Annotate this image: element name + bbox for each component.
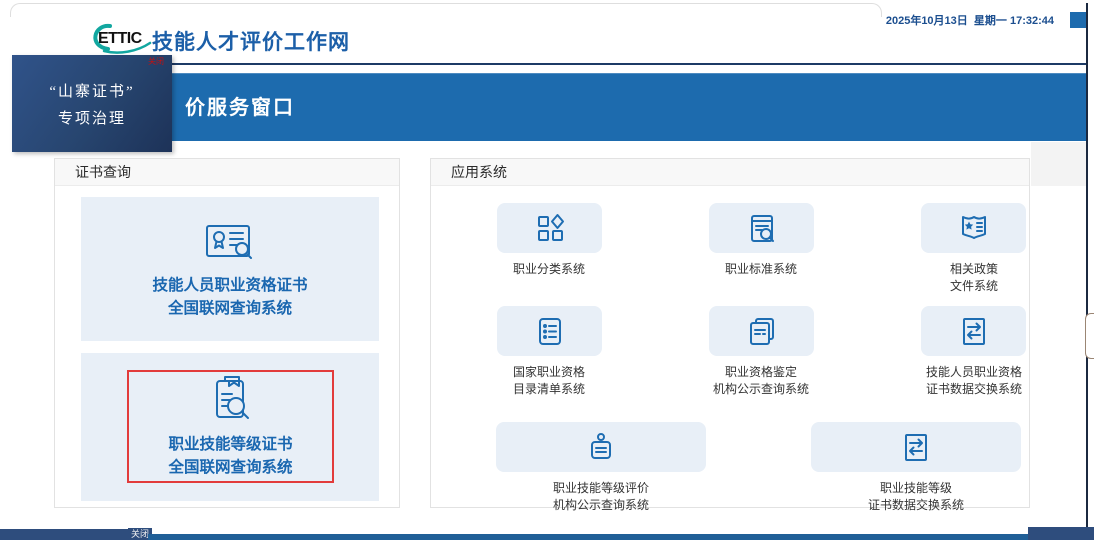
logo-text: ETTIC — [98, 30, 143, 47]
cert-panel-title: 证书查询 — [55, 159, 399, 186]
app-systems-panel: 应用系统 职业分类系统 职业标准系统 相关政策 文件 — [430, 158, 1030, 508]
service-banner: 价服务窗口 — [55, 73, 1086, 141]
id-card-search-icon — [204, 218, 256, 264]
card-title-line2: 全国联网查询系统 — [168, 456, 292, 479]
app-label-qual-exchange[interactable]: 技能人员职业资格 证书数据交换系统 — [874, 364, 1074, 398]
app-label-level-eval-org[interactable]: 职业技能等级评价 机构公示查询系统 — [501, 480, 701, 514]
card-title[interactable]: 技能人员职业资格证书 全国联网查询系统 — [152, 274, 307, 320]
banner-hairline — [55, 63, 1086, 65]
datetime-text: 2025年10月13日 星期一 17:32:44 — [886, 12, 1054, 28]
apps-panel-title: 应用系统 — [431, 159, 1029, 186]
data-exchange-icon — [958, 315, 990, 347]
background-strip — [1031, 142, 1086, 186]
document-search-icon — [746, 212, 778, 244]
app-tile-level-exchange[interactable] — [811, 422, 1021, 472]
app-tile-qual-exchange[interactable] — [921, 306, 1026, 356]
promo-overlay[interactable]: “山寨证书” 专项治理 — [12, 55, 172, 152]
footer-bar-left — [0, 529, 128, 540]
app-tile-appraisal-org[interactable] — [709, 306, 814, 356]
header-corner-block — [1070, 12, 1086, 28]
catalog-list-icon — [534, 315, 566, 347]
promo-line2: 专项治理 — [58, 107, 126, 128]
clipboard-search-icon — [207, 375, 255, 423]
data-exchange-icon — [900, 431, 932, 463]
card-title[interactable]: 职业技能等级证书 全国联网查询系统 — [168, 433, 292, 479]
logo-swoosh-icon: ETTIC — [84, 22, 154, 56]
card-title-line1: 技能人员职业资格证书 — [152, 274, 307, 297]
policy-book-star-icon — [958, 212, 990, 244]
side-float-button[interactable] — [1085, 313, 1094, 359]
cert-query-panel: 证书查询 技能人员职业资格证书 全国联网查询系统 职业技能等级证书 — [54, 158, 400, 508]
ettic-logo: ETTIC — [84, 22, 154, 56]
footer-bar-right — [1028, 527, 1094, 540]
stacked-documents-icon — [746, 315, 778, 347]
app-label-appraisal-org[interactable]: 职业资格鉴定 机构公示查询系统 — [661, 364, 861, 398]
card-title-line2: 全国联网查询系统 — [152, 297, 307, 320]
right-edge-line — [1086, 3, 1088, 540]
highlight-red-box[interactable]: 职业技能等级证书 全国联网查询系统 — [127, 370, 334, 483]
window-tab-outline — [10, 3, 882, 17]
cert-card-skill-level[interactable]: 职业技能等级证书 全国联网查询系统 — [81, 353, 379, 501]
app-label-standard[interactable]: 职业标准系统 — [661, 261, 861, 278]
banner-title: 价服务窗口 — [185, 74, 295, 142]
promo-close-button[interactable]: 关闭 — [148, 56, 164, 67]
app-tile-classification[interactable] — [497, 203, 602, 253]
classification-grid-icon — [534, 212, 566, 244]
footer-bar — [148, 534, 1086, 540]
app-tile-standard[interactable] — [709, 203, 814, 253]
app-label-classification[interactable]: 职业分类系统 — [449, 261, 649, 278]
hanging-badge-icon — [585, 431, 617, 463]
app-tile-policy[interactable] — [921, 203, 1026, 253]
card-title-line1: 职业技能等级证书 — [168, 433, 292, 456]
app-label-policy[interactable]: 相关政策 文件系统 — [874, 261, 1074, 295]
site-title: 技能人才评价工作网 — [152, 26, 350, 56]
app-label-catalog[interactable]: 国家职业资格 目录清单系统 — [449, 364, 649, 398]
cert-card-qualification[interactable]: 技能人员职业资格证书 全国联网查询系统 — [81, 197, 379, 341]
app-tile-catalog[interactable] — [497, 306, 602, 356]
app-tile-level-eval-org[interactable] — [496, 422, 706, 472]
promo-line1: “山寨证书” — [49, 80, 134, 101]
app-label-level-exchange[interactable]: 职业技能等级 证书数据交换系统 — [816, 480, 1016, 514]
